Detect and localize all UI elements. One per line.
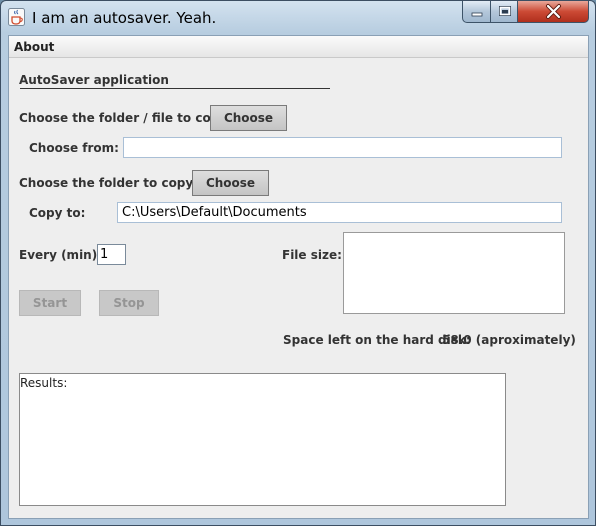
content-panel: About AutoSaver application Choose the f… — [8, 35, 589, 519]
choose-from-label: Choose from: — [29, 141, 119, 155]
disk-space-value: 58.0 (aproximately) — [442, 333, 576, 347]
choose-source-button[interactable]: Choose — [210, 105, 287, 131]
title-bar[interactable]: I am an autosaver. Yeah. — [1, 1, 595, 34]
maximize-icon — [499, 6, 511, 16]
app-window: I am an autosaver. Yeah. About AutoSaver… — [0, 0, 596, 526]
copy-to-field[interactable]: C:\Users\Default\Documents — [117, 202, 562, 223]
interval-label: Every (min): — [19, 248, 103, 262]
destination-label: Choose the folder to copy to: — [19, 176, 217, 190]
window-title: I am an autosaver. Yeah. — [32, 9, 217, 27]
stop-button[interactable]: Stop — [99, 290, 159, 316]
menu-about[interactable]: About — [14, 40, 54, 54]
file-size-label: File size: — [282, 248, 342, 262]
source-label: Choose the folder / file to copy: — [19, 111, 232, 125]
close-icon — [546, 4, 561, 19]
choose-destination-button[interactable]: Choose — [192, 170, 269, 196]
minimize-button[interactable] — [462, 1, 491, 23]
minimize-icon — [471, 12, 483, 17]
results-area[interactable]: Results: — [19, 373, 506, 506]
file-size-box — [343, 232, 565, 314]
results-label: Results: — [20, 376, 68, 390]
java-cup-icon — [8, 8, 25, 26]
start-button[interactable]: Start — [19, 290, 81, 316]
copy-to-label: Copy to: — [29, 206, 86, 220]
header-divider — [20, 88, 330, 89]
menu-bar: About — [9, 36, 588, 58]
maximize-button[interactable] — [490, 1, 518, 23]
close-button[interactable] — [517, 1, 589, 23]
choose-from-field[interactable] — [123, 137, 562, 158]
interval-field[interactable]: 1 — [97, 244, 126, 265]
app-header-title: AutoSaver application — [19, 73, 169, 87]
